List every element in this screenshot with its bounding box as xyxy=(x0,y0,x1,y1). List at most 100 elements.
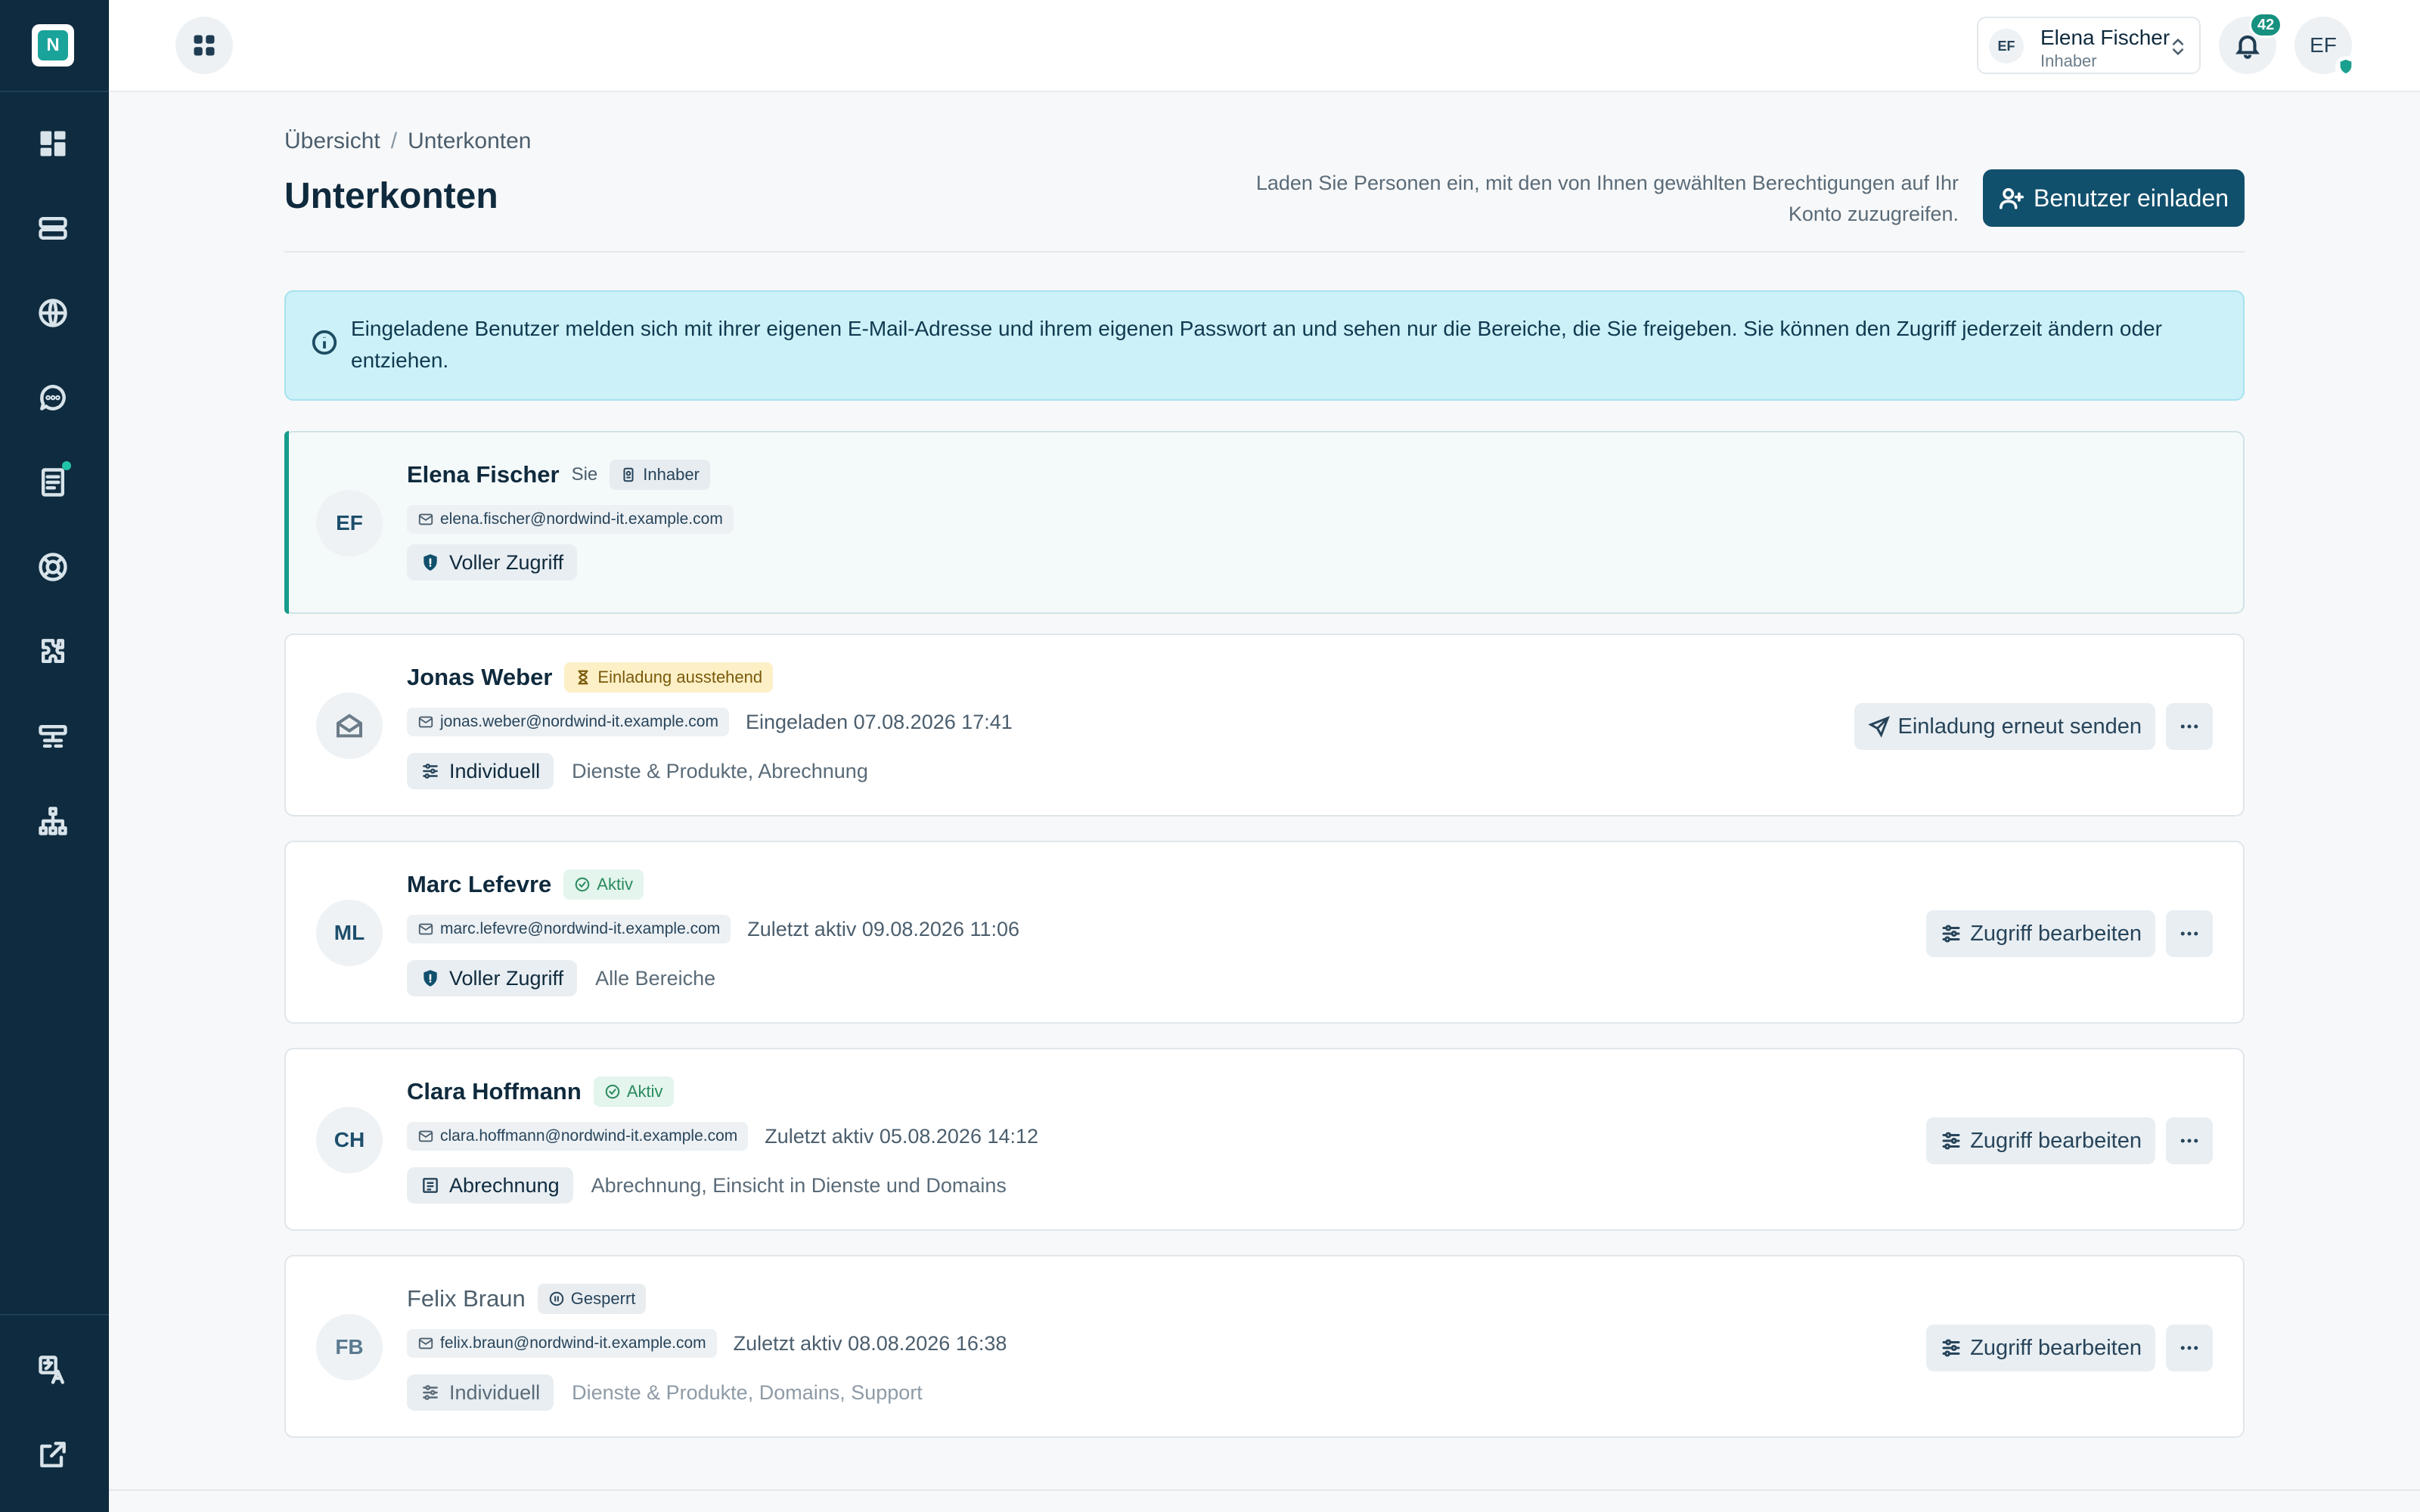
apps-grid-button[interactable] xyxy=(175,17,233,74)
invoice-icon[interactable] xyxy=(35,461,71,500)
access-level-chip: Voller Zugriff xyxy=(407,544,578,581)
servers-icon[interactable] xyxy=(35,210,71,246)
status-badge: Inhaber xyxy=(610,460,710,490)
billing-icon xyxy=(423,1178,438,1193)
account-avatar: EF xyxy=(1989,29,2024,64)
translate-icon[interactable] xyxy=(35,1352,71,1388)
mail-icon xyxy=(418,1130,433,1142)
email-chip: felix.braun@nordwind-it.example.com xyxy=(407,1329,717,1358)
email-address: felix.braun@nordwind-it.example.com xyxy=(440,1334,706,1352)
dashboard-icon[interactable] xyxy=(35,125,71,162)
user-name: Jonas Weber xyxy=(407,664,553,690)
edit-access-button[interactable]: Zugriff bearbeiten xyxy=(1926,1117,2155,1164)
sliders-icon xyxy=(423,1385,438,1400)
user-avatar-initials: CH xyxy=(316,1107,383,1173)
more-horizontal-icon xyxy=(2180,931,2198,936)
more-horizontal-icon xyxy=(2180,1346,2198,1350)
edit-access-button[interactable]: Zugriff bearbeiten xyxy=(1926,910,2155,957)
access-level-chip: Abrechnung xyxy=(407,1167,573,1204)
user-card: CH Clara Hoffmann Aktiv clara.hoffmann@n… xyxy=(284,1048,2245,1231)
apps-grid-icon xyxy=(194,35,215,56)
status-label: Aktiv xyxy=(626,1082,663,1101)
mail-icon xyxy=(418,513,433,525)
invited-date: Eingeladen 07.08.2026 17:41 xyxy=(745,710,1013,733)
notifications-button[interactable]: 42 xyxy=(2219,12,2283,74)
app-logo[interactable]: N xyxy=(32,24,74,67)
sliders-icon xyxy=(1942,925,1960,943)
extensions-icon[interactable] xyxy=(35,634,71,670)
envelope-open-icon xyxy=(337,714,362,738)
email-address: jonas.weber@nordwind-it.example.com xyxy=(440,713,718,730)
more-horizontal-icon xyxy=(2180,1139,2198,1143)
hourglass-icon xyxy=(578,670,588,685)
breadcrumb-overview[interactable]: Übersicht xyxy=(284,129,380,153)
account-role: Inhaber xyxy=(2040,51,2097,70)
user-name: Marc Lefevre xyxy=(407,871,552,897)
support-icon[interactable] xyxy=(35,549,71,585)
user-avatar-initials: EF xyxy=(316,490,383,556)
access-level-chip: Individuell xyxy=(407,753,554,789)
last-active: Zuletzt aktiv 09.08.2026 11:06 xyxy=(747,917,1020,940)
breadcrumb-current: Unterkonten xyxy=(408,129,532,153)
status-label: Inhaber xyxy=(643,465,700,484)
resend-invite-button[interactable]: Einladung erneut senden xyxy=(1854,703,2155,750)
sliders-icon xyxy=(1942,1339,1960,1357)
more-options-button[interactable] xyxy=(2166,910,2213,957)
invite-user-button[interactable]: Benutzer einladen xyxy=(1983,169,2245,227)
you-label: Sie xyxy=(571,464,598,485)
access-level-chip: Voller Zugriff xyxy=(407,960,578,996)
user-avatar-pending xyxy=(316,692,383,759)
edit-access-label: Zugriff bearbeiten xyxy=(1970,1128,2142,1153)
access-scope: Dienste & Produkte, Abrechnung xyxy=(572,759,868,782)
notification-count-badge: 42 xyxy=(2249,12,2283,38)
globe-icon[interactable] xyxy=(35,295,71,331)
status-badge: Einladung ausstehend xyxy=(564,662,774,692)
user-initials: EF xyxy=(2310,33,2337,57)
user-plus-icon xyxy=(2000,187,2024,209)
email-chip: jonas.weber@nordwind-it.example.com xyxy=(407,708,729,736)
status-badge: Aktiv xyxy=(563,869,644,900)
email-address: marc.lefevre@nordwind-it.example.com xyxy=(440,920,721,937)
sidebar: N xyxy=(0,0,109,1512)
more-options-button[interactable] xyxy=(2166,1117,2213,1164)
mail-icon xyxy=(418,1337,433,1349)
mail-icon xyxy=(418,716,433,728)
pause-circle-icon xyxy=(549,1291,564,1306)
verified-shield-icon xyxy=(2335,56,2356,77)
footer-divider xyxy=(109,1489,2420,1491)
external-link-icon[interactable] xyxy=(35,1436,71,1473)
notification-dot xyxy=(62,461,71,470)
sitemap-icon[interactable] xyxy=(35,803,71,839)
last-active: Zuletzt aktiv 05.08.2026 14:12 xyxy=(765,1124,1039,1148)
info-icon xyxy=(312,330,337,355)
sliders-icon xyxy=(1942,1132,1960,1150)
send-icon xyxy=(1867,716,1890,738)
email-address: clara.hoffmann@nordwind-it.example.com xyxy=(440,1127,738,1145)
access-level-label: Individuell xyxy=(449,759,541,782)
shield-icon xyxy=(424,970,437,987)
info-banner: Eingeladene Benutzer melden sich mit ihr… xyxy=(284,290,2245,401)
page-description: Laden Sie Personen ein, mit den von Ihne… xyxy=(1255,172,1959,225)
account-name: Elena Fischer xyxy=(2040,26,2170,49)
status-label: Einladung ausstehend xyxy=(597,668,763,686)
account-switcher[interactable]: EF Elena Fischer Inhaber xyxy=(1977,17,2201,74)
page-title: Unterkonten xyxy=(284,176,498,216)
chat-icon[interactable] xyxy=(35,380,71,416)
edit-access-label: Zugriff bearbeiten xyxy=(1970,921,2142,946)
access-level-label: Voller Zugriff xyxy=(449,966,564,990)
owner-accent-bar xyxy=(284,431,289,614)
access-scope: Abrechnung, Einsicht in Dienste und Doma… xyxy=(591,1173,1007,1197)
more-options-button[interactable] xyxy=(2166,1325,2213,1371)
edit-access-button[interactable]: Zugriff bearbeiten xyxy=(1926,1325,2155,1371)
email-chip: clara.hoffmann@nordwind-it.example.com xyxy=(407,1122,749,1151)
access-level-label: Voller Zugriff xyxy=(449,550,564,574)
user-avatar[interactable]: EF xyxy=(2294,17,2356,77)
mail-icon xyxy=(418,923,433,935)
email-chip: marc.lefevre@nordwind-it.example.com xyxy=(407,915,731,943)
network-icon[interactable] xyxy=(35,718,71,754)
logo-letter: N xyxy=(38,30,68,60)
more-options-button[interactable] xyxy=(2166,703,2213,750)
access-level-chip: Individuell xyxy=(407,1374,554,1411)
access-scope: Alle Bereiche xyxy=(595,966,716,990)
more-horizontal-icon xyxy=(2180,724,2198,729)
